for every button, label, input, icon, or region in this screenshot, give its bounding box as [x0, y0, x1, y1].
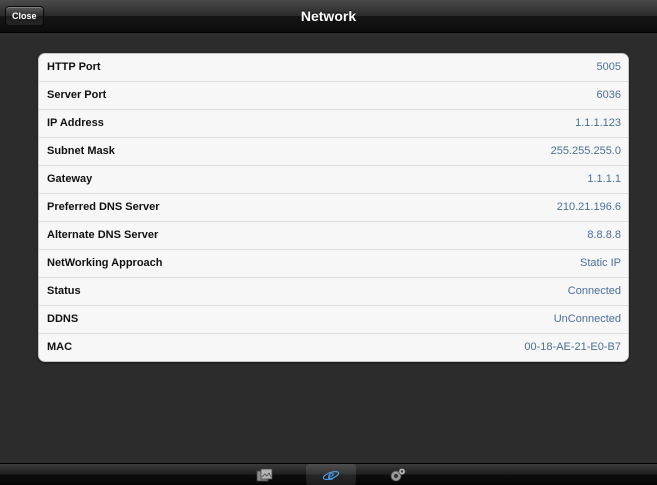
- row-http-port[interactable]: HTTP Port 5005: [39, 54, 628, 82]
- row-ddns[interactable]: DDNS UnConnected: [39, 306, 628, 334]
- row-label: IP Address: [47, 117, 104, 129]
- row-label: Preferred DNS Server: [47, 201, 160, 213]
- row-ip-address[interactable]: IP Address 1.1.1.123: [39, 110, 628, 138]
- row-value: 210.21.196.6: [556, 201, 621, 213]
- row-label: DDNS: [47, 313, 79, 325]
- network-settings-list: HTTP Port 5005 Server Port 6036 IP Addre…: [38, 53, 629, 362]
- row-label: Status: [47, 285, 81, 297]
- row-value: 6036: [596, 89, 621, 101]
- tab-bar: e: [0, 463, 657, 485]
- row-subnet-mask[interactable]: Subnet Mask 255.255.255.0: [39, 138, 628, 166]
- navigation-bar: Close Network: [0, 0, 657, 33]
- row-label: MAC: [47, 341, 73, 353]
- settings-gear-icon: [390, 467, 406, 481]
- page-title: Network: [300, 8, 357, 24]
- tab-network[interactable]: e: [306, 464, 356, 485]
- row-value: 1.1.1.123: [575, 117, 621, 129]
- row-value: Connected: [567, 285, 621, 297]
- tab-gallery[interactable]: [240, 464, 290, 485]
- row-value: 255.255.255.0: [550, 145, 621, 157]
- row-label: Alternate DNS Server: [47, 229, 159, 241]
- row-label: HTTP Port: [47, 61, 101, 73]
- tab-settings[interactable]: [373, 464, 423, 485]
- gallery-icon: [256, 468, 273, 481]
- row-value: 00-18-AE-21-E0-B7: [524, 341, 621, 353]
- row-label: NetWorking Approach: [47, 257, 163, 269]
- row-status[interactable]: Status Connected: [39, 278, 628, 306]
- row-value: Static IP: [580, 257, 621, 269]
- row-networking-approach[interactable]: NetWorking Approach Static IP: [39, 250, 628, 278]
- row-alternate-dns[interactable]: Alternate DNS Server 8.8.8.8: [39, 222, 628, 250]
- svg-text:e: e: [328, 468, 335, 483]
- row-value: UnConnected: [553, 313, 621, 325]
- row-label: Gateway: [47, 173, 93, 185]
- content-area: HTTP Port 5005 Server Port 6036 IP Addre…: [0, 33, 657, 463]
- row-mac[interactable]: MAC 00-18-AE-21-E0-B7: [39, 334, 628, 361]
- row-value: 1.1.1.1: [587, 173, 621, 185]
- row-gateway[interactable]: Gateway 1.1.1.1: [39, 166, 628, 194]
- row-value: 5005: [596, 61, 621, 73]
- row-label: Server Port: [47, 89, 107, 101]
- network-e-icon: e: [322, 468, 340, 483]
- row-preferred-dns[interactable]: Preferred DNS Server 210.21.196.6: [39, 194, 628, 222]
- row-server-port[interactable]: Server Port 6036: [39, 82, 628, 110]
- row-value: 8.8.8.8: [587, 229, 621, 241]
- row-label: Subnet Mask: [47, 145, 115, 157]
